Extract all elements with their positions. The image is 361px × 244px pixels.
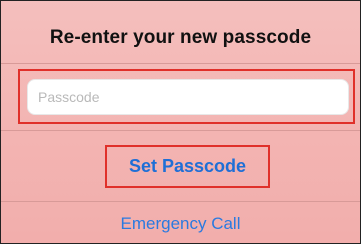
divider-bottom xyxy=(1,201,360,202)
divider-middle xyxy=(1,130,360,131)
divider-top xyxy=(1,63,360,64)
set-passcode-label: Set Passcode xyxy=(128,156,247,176)
set-passcode-button[interactable]: Set Passcode xyxy=(105,145,270,188)
passcode-input[interactable] xyxy=(27,79,349,115)
page-title: Re-enter your new passcode xyxy=(49,27,312,48)
emergency-call-button[interactable]: Emergency Call xyxy=(1,214,360,234)
emergency-call-label: Emergency Call xyxy=(120,214,241,233)
passcode-screen: Re-enter your new passcode Set Passcode … xyxy=(0,0,361,244)
